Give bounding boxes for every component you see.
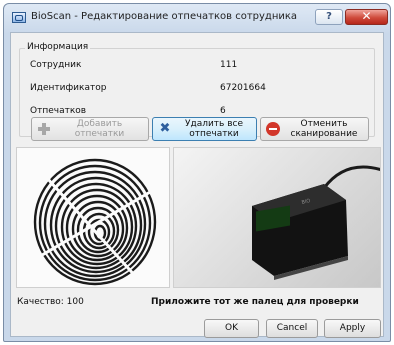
- fingerprint-graphic: [17, 148, 169, 287]
- fingerprint-image: [16, 147, 170, 288]
- cancel-scan-button[interactable]: Отменить сканирование: [260, 117, 369, 141]
- add-fingerprints-label: Добавить отпечатки: [74, 119, 125, 139]
- apply-button[interactable]: Apply: [324, 319, 381, 338]
- info-group-title: Информация: [25, 42, 91, 52]
- employee-label: Сотрудник: [30, 60, 82, 70]
- fingerprint-count-label: Отпечатков: [30, 106, 87, 116]
- delete-all-fingerprints-button[interactable]: ✖ Удалить все отпечатки: [152, 117, 257, 141]
- close-button[interactable]: ✕: [345, 9, 388, 25]
- x-icon: ✖: [159, 121, 171, 136]
- title-bar[interactable]: BioScan - Редактирование отпечатков сотр…: [4, 4, 390, 32]
- delete-all-label: Удалить все отпечатки: [184, 119, 244, 139]
- window-title: BioScan - Редактирование отпечатков сотр…: [31, 11, 298, 22]
- identifier-label: Идентификатор: [30, 83, 107, 93]
- quality-status: Качество: 100: [17, 297, 84, 307]
- employee-value: 111: [220, 60, 238, 70]
- cancel-button[interactable]: Cancel: [266, 319, 318, 338]
- ok-button[interactable]: OK: [204, 319, 259, 338]
- plus-icon: [37, 122, 51, 136]
- cancel-scan-label: Отменить сканирование: [290, 119, 358, 139]
- app-icon: [12, 12, 26, 23]
- scan-instruction: Приложите тот же палец для проверки: [151, 297, 359, 307]
- dialog-client-area: Сотрудник 111 Идентификатор 67201664 Отп…: [10, 32, 384, 338]
- stop-icon: [266, 122, 280, 136]
- scanner-device-image: BIO: [252, 165, 380, 280]
- add-fingerprints-button[interactable]: Добавить отпечатки: [31, 117, 149, 141]
- fingerprint-count-value: 6: [220, 106, 226, 116]
- identifier-value: 67201664: [220, 83, 266, 93]
- scanner-photo: BIO: [173, 147, 381, 288]
- dialog-window: BioScan - Редактирование отпечатков сотр…: [3, 3, 391, 342]
- help-button[interactable]: ?: [315, 9, 343, 25]
